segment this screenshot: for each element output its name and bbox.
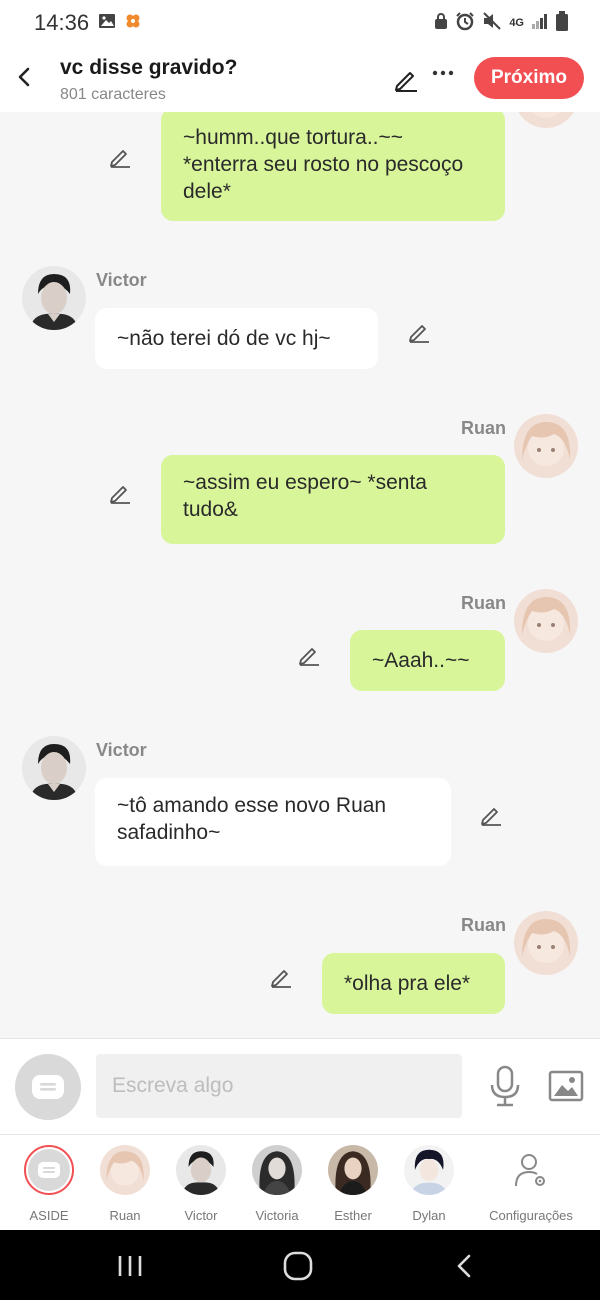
message-bubble[interactable]: ~assim eu espero~ *senta tudo& bbox=[161, 455, 505, 544]
character-victoria[interactable]: Victoria bbox=[239, 1145, 315, 1223]
chevron-left-icon bbox=[18, 67, 30, 87]
image-icon bbox=[548, 1070, 584, 1102]
mute-icon bbox=[482, 11, 502, 34]
ruan-avatar bbox=[100, 1145, 150, 1195]
battery-icon bbox=[556, 11, 568, 34]
back-button[interactable] bbox=[10, 60, 36, 94]
sender-name: Ruan bbox=[461, 418, 506, 438]
pencil-icon bbox=[409, 325, 429, 343]
character-label: Ruan bbox=[109, 1208, 141, 1223]
character-label: Victoria bbox=[255, 1208, 299, 1223]
character-esther[interactable]: Esther bbox=[315, 1145, 391, 1223]
edit-title-button[interactable] bbox=[393, 66, 419, 92]
alarm-icon bbox=[455, 11, 475, 34]
ruan-avatar[interactable] bbox=[514, 112, 578, 128]
sender-name: Ruan bbox=[461, 593, 506, 613]
message-bubble[interactable]: ~tô amando esse novo Ruan safadinho~ bbox=[95, 778, 451, 866]
pencil-icon bbox=[110, 150, 130, 168]
edit-message-button[interactable] bbox=[108, 144, 132, 168]
aside-avatar bbox=[24, 1145, 74, 1195]
victor-avatar[interactable] bbox=[22, 736, 86, 800]
character-dylan[interactable]: Dylan bbox=[391, 1145, 467, 1223]
recent-apps-button[interactable] bbox=[110, 1252, 150, 1280]
edit-message-button[interactable] bbox=[407, 319, 431, 343]
message-bubble[interactable]: ~humm..que tortura..~~ *enterra seu rost… bbox=[161, 112, 505, 221]
character-victor[interactable]: Victor bbox=[163, 1145, 239, 1223]
story-title[interactable]: vc disse gravido? bbox=[60, 56, 237, 80]
more-dots-icon bbox=[432, 70, 454, 76]
character-label: Configurações bbox=[489, 1208, 573, 1223]
settings-icon-wrap bbox=[506, 1145, 556, 1195]
victor-avatar bbox=[176, 1145, 226, 1195]
chat-header: vc disse gravido? 801 caracteres Próximo bbox=[0, 46, 600, 112]
signal-icon bbox=[531, 13, 549, 32]
recent-apps-icon bbox=[118, 1256, 142, 1276]
message-bubble[interactable]: ~não terei dó de vc hj~ bbox=[95, 308, 378, 369]
pencil-icon bbox=[481, 808, 501, 826]
ruan-avatar[interactable] bbox=[514, 911, 578, 975]
speech-card-icon bbox=[38, 1162, 60, 1178]
pencil-icon bbox=[110, 486, 130, 504]
edit-message-button[interactable] bbox=[269, 964, 293, 988]
character-aside[interactable]: ASIDE bbox=[11, 1145, 87, 1223]
home-icon bbox=[283, 1251, 313, 1281]
esther-avatar bbox=[328, 1145, 378, 1195]
system-nav-bar bbox=[0, 1230, 600, 1300]
status-time: 14:36 bbox=[34, 10, 90, 35]
speech-card-icon bbox=[32, 1075, 64, 1099]
victor-avatar[interactable] bbox=[22, 266, 86, 330]
dylan-avatar bbox=[404, 1145, 454, 1195]
character-label: Esther bbox=[334, 1208, 372, 1223]
character-count: 801 caracteres bbox=[60, 86, 166, 103]
status-bar: 14:36 4G bbox=[0, 0, 600, 46]
app-notification-icon bbox=[124, 12, 142, 35]
back-nav-button[interactable] bbox=[450, 1252, 480, 1280]
sender-name: Ruan bbox=[461, 915, 506, 935]
user-settings-icon bbox=[515, 1154, 545, 1187]
ruan-avatar[interactable] bbox=[514, 589, 578, 653]
character-label: ASIDE bbox=[29, 1208, 69, 1223]
home-button[interactable] bbox=[280, 1250, 316, 1282]
settings-button[interactable]: Configurações bbox=[484, 1145, 578, 1223]
chat-area[interactable]: ~humm..que tortura..~~ *enterra seu rost… bbox=[0, 112, 600, 1038]
message-input[interactable] bbox=[96, 1054, 462, 1118]
edit-message-button[interactable] bbox=[297, 642, 321, 666]
microphone-icon bbox=[490, 1065, 520, 1107]
pencil-icon bbox=[271, 970, 291, 988]
character-label: Dylan bbox=[412, 1208, 446, 1223]
back-arrow-icon bbox=[457, 1254, 471, 1278]
character-label: Victor bbox=[184, 1208, 218, 1223]
sender-name: Victor bbox=[96, 270, 147, 290]
message-bubble[interactable]: *olha pra ele* bbox=[322, 953, 505, 1014]
pencil-icon bbox=[395, 72, 417, 92]
pencil-icon bbox=[299, 648, 319, 666]
gallery-notification-icon bbox=[98, 12, 116, 35]
edit-message-button[interactable] bbox=[479, 802, 503, 826]
status-right-icons: 4G bbox=[434, 11, 568, 34]
lock-icon bbox=[434, 12, 448, 33]
aside-toggle-button[interactable] bbox=[15, 1054, 81, 1120]
microphone-button[interactable] bbox=[488, 1065, 522, 1107]
image-upload-button[interactable] bbox=[548, 1069, 584, 1103]
ruan-avatar[interactable] bbox=[514, 414, 578, 478]
character-bar: ASIDE Ruan Victor Victoria Esther Dylan bbox=[0, 1134, 600, 1230]
message-composer bbox=[0, 1038, 600, 1134]
more-options-button[interactable] bbox=[432, 62, 454, 90]
character-ruan[interactable]: Ruan bbox=[87, 1145, 163, 1223]
victoria-avatar bbox=[252, 1145, 302, 1195]
sender-name: Victor bbox=[96, 740, 147, 760]
next-button[interactable]: Próximo bbox=[474, 57, 584, 99]
edit-message-button[interactable] bbox=[108, 480, 132, 504]
status-left-icons bbox=[98, 12, 142, 35]
network-type: 4G bbox=[509, 16, 524, 29]
message-bubble[interactable]: ~Aaah..~~ bbox=[350, 630, 505, 691]
